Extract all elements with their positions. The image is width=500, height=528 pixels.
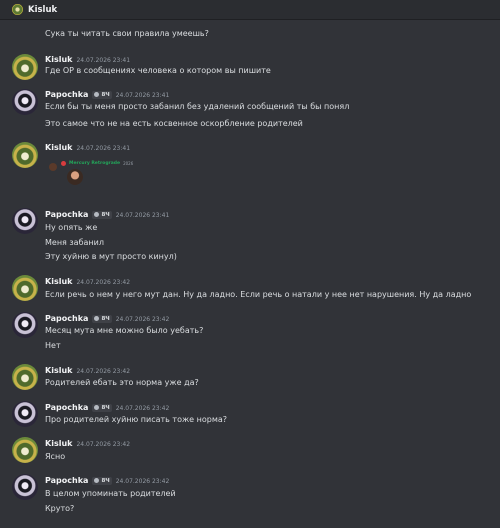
username[interactable]: Kisluk [45,277,72,286]
badge-label: 8Ч [101,315,110,322]
avatar-kisluk[interactable] [12,275,38,301]
badge-label: 8Ч [101,91,110,98]
timestamp: 24.07.2026 23:42 [115,405,170,412]
message-text: Сука ты читать свои правила умеешь? [45,29,209,38]
role-badge[interactable]: 8Ч [92,210,112,219]
username[interactable]: Kisluk [45,366,72,375]
attachment-meta: Mercury Retrograde 2026 [61,161,133,166]
skull-icon [94,405,100,410]
message-text: Про родителей хуйню писать тоже норма? [45,415,228,424]
message-text: Родителей ебать это норма уже да? [45,378,199,387]
skull-icon [94,316,100,321]
role-badge[interactable]: 8Ч [92,314,112,323]
badge-label: 8Ч [101,477,110,484]
message-text: Если речь о нем у него мут дан. Ну да ла… [45,290,472,299]
timestamp: 24.07.2026 23:41 [115,212,170,219]
channel-avatar[interactable] [12,4,23,15]
username[interactable]: Papochka [45,476,88,485]
message-text: Это самое что не на есть косвенное оскор… [45,119,303,128]
avatar-kisluk[interactable] [12,437,38,463]
message-header: Kisluk 24.07.2026 23:42 [45,439,130,448]
skull-icon [94,92,100,97]
avatar-kisluk[interactable] [12,142,38,168]
reply-indicator-icon [61,161,66,166]
message-header: Kisluk 24.07.2026 23:42 [45,277,130,286]
message-header: Papochka 8Ч 24.07.2026 23:41 [45,90,169,99]
username[interactable]: Kisluk [45,439,72,448]
message-text: Месяц мута мне можно было уебать? [45,326,204,335]
attachment-avatar [49,163,57,171]
timestamp: 24.07.2026 23:42 [115,478,170,485]
timestamp: 24.07.2026 23:42 [76,279,131,286]
message-header: Kisluk 24.07.2026 23:42 [45,366,130,375]
message-text: Круто? [45,504,75,513]
badge-label: 8Ч [101,211,110,218]
avatar-papochka[interactable] [12,474,38,500]
username[interactable]: Papochka [45,403,88,412]
timestamp: 24.07.2026 23:42 [76,441,131,448]
timestamp: 24.07.2026 23:42 [76,368,131,375]
message-header: Papochka 8Ч 24.07.2026 23:42 [45,476,169,485]
message-text: Ну опять же [45,223,98,232]
username[interactable]: Kisluk [45,143,72,152]
message-header: Papochka 8Ч 24.07.2026 23:41 [45,210,169,219]
message-text: Меня забанил [45,238,104,247]
role-badge[interactable]: 8Ч [92,476,112,485]
username[interactable]: Papochka [45,210,88,219]
avatar-papochka[interactable] [12,401,38,427]
avatar-kisluk[interactable] [12,364,38,390]
timestamp: 24.07.2026 23:41 [115,92,170,99]
avatar-papochka[interactable] [12,208,38,234]
message-text: Где OP в сообщениях человека о котором в… [45,66,271,75]
avatar-kisluk[interactable] [12,54,38,80]
username[interactable]: Kisluk [45,55,72,64]
username[interactable]: Papochka [45,314,88,323]
channel-name[interactable]: Kisluk [28,5,57,15]
skull-icon [94,212,100,217]
timestamp: 24.07.2026 23:41 [76,145,131,152]
message-header: Papochka 8Ч 24.07.2026 23:42 [45,314,169,323]
avatar-papochka[interactable] [12,312,38,338]
timestamp: 24.07.2026 23:41 [76,57,131,64]
message-header: Kisluk 24.07.2026 23:41 [45,55,130,64]
role-badge[interactable]: 8Ч [92,403,112,412]
username[interactable]: Papochka [45,90,88,99]
avatar-papochka[interactable] [12,89,38,115]
message-text: Если бы ты меня просто забанил без удале… [45,102,350,111]
message-header: Papochka 8Ч 24.07.2026 23:42 [45,403,169,412]
attachment-time: 2026 [123,161,134,166]
attachment-image[interactable] [67,169,83,185]
message-header: Kisluk 24.07.2026 23:41 [45,143,130,152]
channel-header: Kisluk [0,0,500,20]
message-text: Ясно [45,452,66,461]
reply-attachment[interactable]: Mercury Retrograde 2026 [45,161,133,185]
message-text: Нет [45,341,61,350]
badge-label: 8Ч [101,404,110,411]
role-badge[interactable]: 8Ч [92,90,112,99]
attachment-name[interactable]: Mercury Retrograde [69,161,120,166]
skull-icon [94,478,100,483]
timestamp: 24.07.2026 23:42 [115,316,170,323]
message-text: В целом упоминать родителей [45,489,176,498]
message-text: Эту хуйню в мут просто кинул) [45,252,177,261]
